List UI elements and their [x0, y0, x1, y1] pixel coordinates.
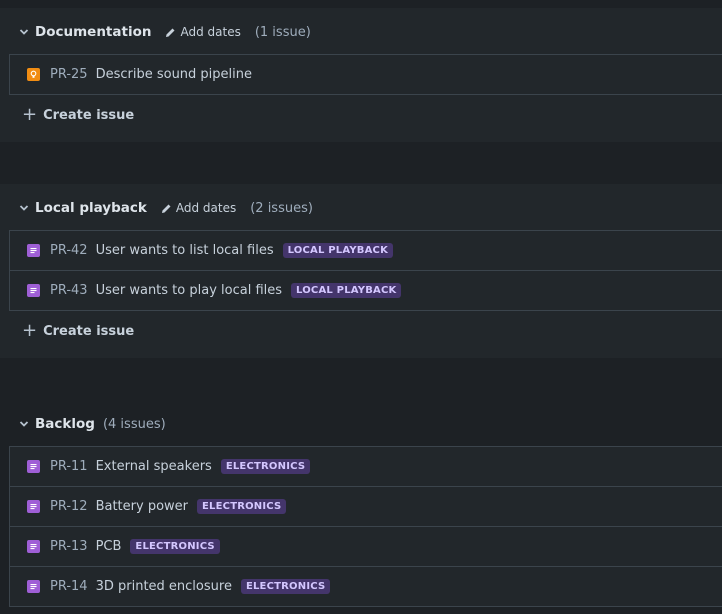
issue-row[interactable]: PR-43 User wants to play local files LOC… [10, 271, 722, 310]
pencil-icon [166, 28, 175, 37]
issue-list-local-playback: PR-42 User wants to list local files LOC… [9, 230, 722, 311]
issue-summary[interactable]: Describe sound pipeline [96, 67, 252, 82]
sprint-header-local-playback: Local playback Add dates (2 issues) [0, 193, 313, 223]
issue-row[interactable]: PR-11 External speakers ELECTRONICS [10, 447, 722, 487]
issue-key[interactable]: PR-13 [50, 539, 88, 554]
chevron-down-icon[interactable] [14, 420, 34, 428]
document-lines-icon [27, 244, 40, 257]
add-dates-label: Add dates [180, 25, 241, 39]
document-lines-icon [27, 500, 40, 513]
epic-lozenge[interactable]: ELECTRONICS [220, 459, 311, 474]
backlog-name[interactable]: Backlog [35, 416, 95, 432]
create-issue-label: Create issue [43, 323, 135, 339]
issue-row[interactable]: PR-14 3D printed enclosure ELECTRONICS [10, 567, 722, 606]
chevron-down-icon[interactable] [14, 28, 34, 36]
chevron-down-icon[interactable] [14, 204, 34, 212]
issue-summary[interactable]: External speakers [96, 459, 212, 474]
add-dates-label: Add dates [175, 201, 237, 215]
create-issue-button[interactable]: + Create issue [22, 322, 134, 340]
issue-row[interactable]: PR-25 Describe sound pipeline [10, 55, 722, 94]
plus-icon: + [22, 104, 38, 125]
backlog-header: Backlog (4 issues) [0, 409, 166, 439]
issue-summary[interactable]: User wants to play local files [96, 283, 282, 298]
issue-count: (2 issues) [250, 200, 313, 216]
create-issue-button[interactable]: + Create issue [22, 106, 134, 124]
issue-row[interactable]: PR-12 Battery power ELECTRONICS [10, 487, 722, 527]
epic-lozenge[interactable]: ELECTRONICS [240, 579, 331, 594]
issue-key[interactable]: PR-11 [50, 459, 88, 474]
lightbulb-icon [27, 68, 40, 81]
issue-summary[interactable]: 3D printed enclosure [96, 579, 232, 594]
issue-count: (1 issue) [254, 24, 311, 40]
issue-row[interactable]: PR-42 User wants to list local files LOC… [10, 231, 722, 271]
issue-list-backlog: PR-11 External speakers ELECTRONICS PR-1… [9, 446, 722, 607]
document-lines-icon [27, 284, 40, 297]
issue-key[interactable]: PR-14 [50, 579, 88, 594]
pencil-icon [161, 204, 171, 213]
epic-lozenge[interactable]: ELECTRONICS [197, 499, 287, 514]
issue-list-documentation: PR-25 Describe sound pipeline [9, 54, 722, 95]
issue-key[interactable]: PR-12 [50, 499, 88, 514]
issue-summary[interactable]: Battery power [96, 499, 188, 514]
issue-summary[interactable]: PCB [96, 539, 122, 554]
plus-icon: + [22, 320, 38, 341]
document-lines-icon [27, 460, 40, 473]
issue-count: (4 issues) [102, 416, 166, 432]
issue-key[interactable]: PR-43 [50, 283, 88, 298]
epic-lozenge[interactable]: LOCAL PLAYBACK [282, 243, 394, 258]
issue-row[interactable]: PR-13 PCB ELECTRONICS [10, 527, 722, 567]
issue-key[interactable]: PR-25 [50, 67, 88, 82]
add-dates-button[interactable]: Add dates [161, 201, 236, 215]
sprint-header-documentation: Documentation Add dates (1 issue) [0, 17, 311, 47]
add-dates-button[interactable]: Add dates [165, 25, 241, 39]
epic-lozenge[interactable]: LOCAL PLAYBACK [291, 283, 402, 298]
document-lines-icon [27, 580, 40, 593]
document-lines-icon [27, 540, 40, 553]
issue-key[interactable]: PR-42 [50, 243, 88, 258]
sprint-name[interactable]: Documentation [35, 24, 151, 40]
epic-lozenge[interactable]: ELECTRONICS [130, 539, 220, 554]
sprint-name[interactable]: Local playback [35, 200, 147, 216]
issue-summary[interactable]: User wants to list local files [96, 243, 274, 258]
backlog-board: Documentation Add dates (1 issue) PR-25 … [0, 0, 722, 614]
create-issue-label: Create issue [43, 107, 135, 123]
